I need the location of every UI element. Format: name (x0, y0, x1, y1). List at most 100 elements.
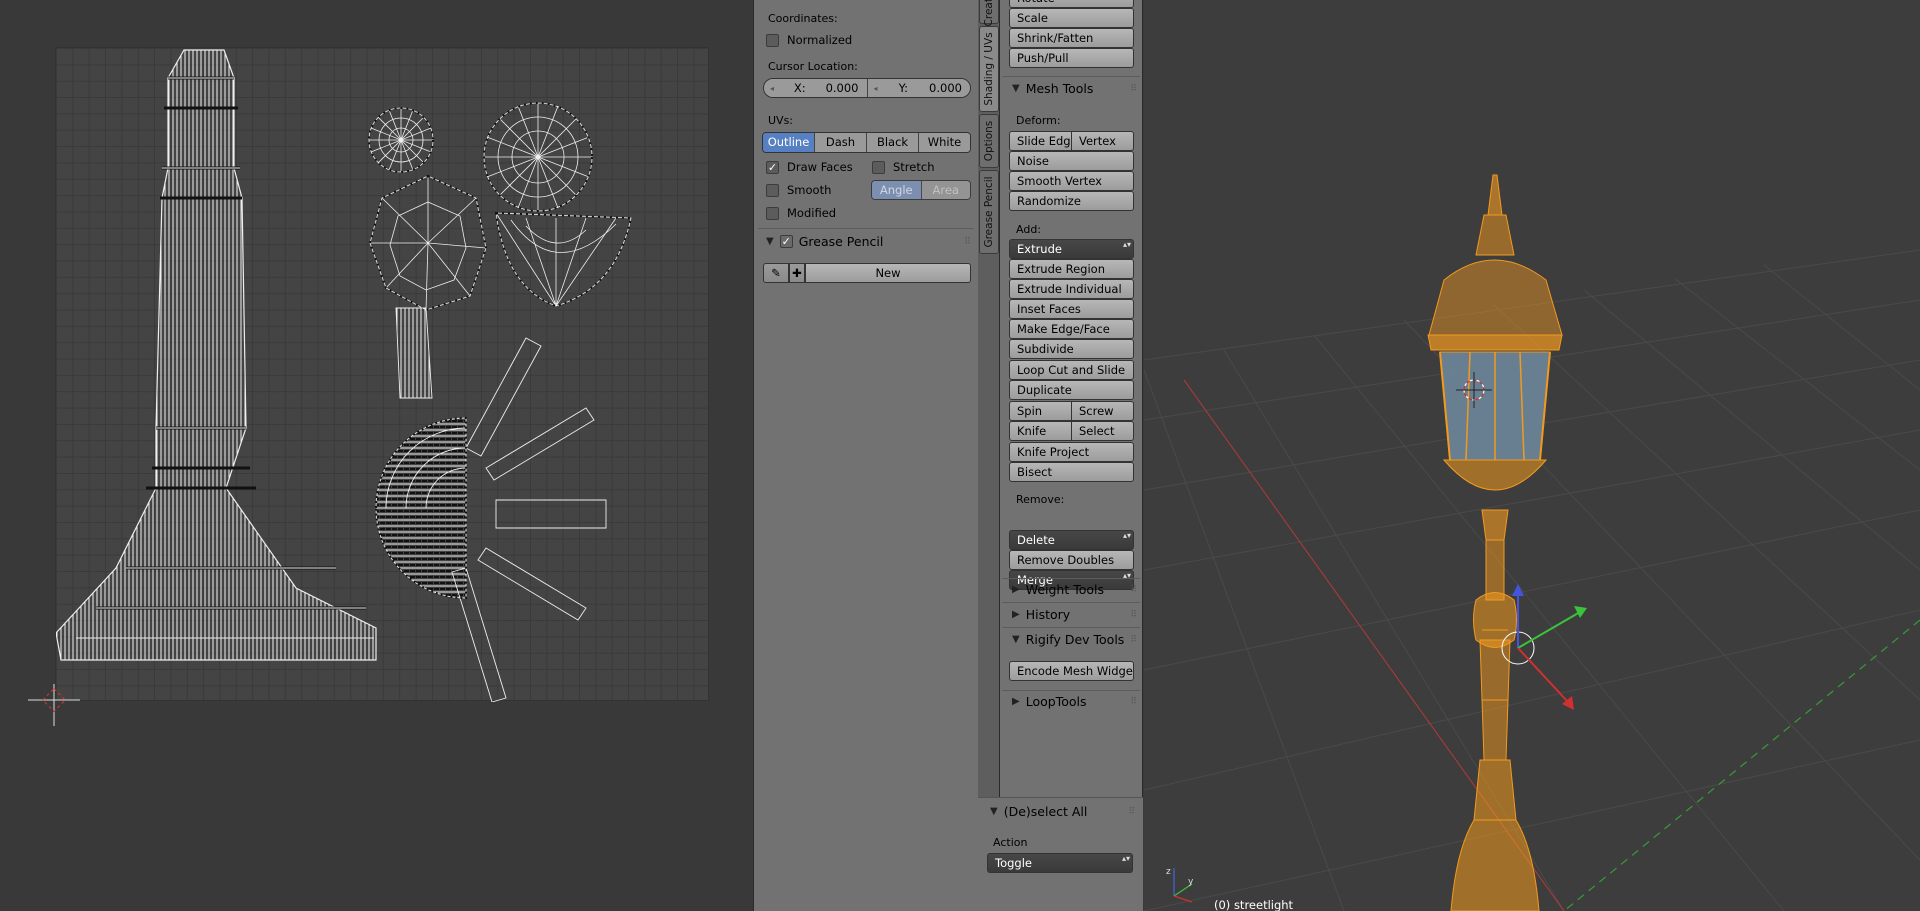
bisect-button[interactable]: Bisect (1009, 462, 1134, 482)
draw-mode-outline[interactable]: Outline (763, 133, 815, 152)
uv-2d-cursor-icon[interactable] (28, 678, 80, 726)
push-pull-button[interactable]: Push/Pull (1009, 48, 1134, 68)
history-panel-header[interactable]: ▶ History ⠿ (1012, 607, 1137, 622)
normalized-checkbox-box[interactable] (766, 33, 779, 47)
smooth-vertex-button[interactable]: Smooth Vertex (1009, 171, 1134, 191)
tab-grease-pencil[interactable]: Grease Pencil (979, 170, 999, 254)
collapse-triangle-icon[interactable]: ▼ (990, 806, 998, 817)
expand-triangle-icon[interactable]: ▶ (1012, 584, 1020, 595)
subdivide-button[interactable]: Subdivide (1009, 339, 1134, 359)
collapse-triangle-icon[interactable]: ▼ (1012, 634, 1020, 645)
shrink-fatten-button[interactable]: Shrink/Fatten (1009, 28, 1134, 48)
action-dropdown[interactable]: Toggle (987, 853, 1133, 873)
cursor-location-label: Cursor Location: (768, 60, 858, 73)
rigify-dev-tools-panel-header[interactable]: ▼ Rigify Dev Tools ⠿ (1012, 632, 1137, 647)
tab-create[interactable]: Create (979, 0, 999, 26)
modified-checkbox[interactable]: Modified (766, 206, 836, 220)
grease-pencil-panel-header[interactable]: ▼ Grease Pencil ⠿ (766, 234, 971, 249)
drag-handle-icon[interactable]: ⠿ (964, 237, 971, 247)
axis-orientation-icon: y z (1166, 867, 1194, 903)
noise-button[interactable]: Noise (1009, 151, 1134, 171)
toolshelf-tabs: Create Shading / UVs Options Grease Penc… (978, 0, 1000, 911)
stretch-label: Stretch (893, 160, 935, 174)
draw-mode-white[interactable]: White (919, 133, 970, 152)
duplicate-button[interactable]: Duplicate (1009, 380, 1134, 400)
stretch-checkbox-box[interactable] (872, 160, 885, 174)
pencil-icon[interactable]: ✎ (763, 263, 789, 283)
cursor-y-decrement-icon[interactable]: ◂ (874, 79, 878, 97)
deform-slide-row: Slide Edg Vertex (1009, 131, 1134, 151)
normalized-checkbox[interactable]: Normalized (766, 33, 852, 47)
slide-vertex-button[interactable]: Vertex (1072, 131, 1134, 151)
spin-screw-row: Spin Screw (1009, 401, 1134, 421)
weight-tools-panel-header[interactable]: ▶ Weight Tools ⠿ (1012, 582, 1137, 597)
knife-button[interactable]: Knife (1009, 421, 1072, 441)
weight-tools-label: Weight Tools (1025, 582, 1105, 597)
looptools-panel-header[interactable]: ▶ LoopTools ⠿ (1012, 694, 1137, 709)
new-grease-pencil-button[interactable]: New (805, 263, 971, 283)
expand-triangle-icon[interactable]: ▶ (1012, 609, 1020, 620)
cursor-x-decrement-icon[interactable]: ◂ (770, 79, 774, 97)
stretch-checkbox[interactable]: Stretch (872, 160, 934, 174)
screw-button[interactable]: Screw (1072, 401, 1134, 421)
tab-shading-uvs[interactable]: Shading / UVs (979, 26, 999, 112)
collapse-triangle-icon[interactable]: ▼ (766, 236, 774, 247)
knife-project-button[interactable]: Knife Project (1009, 442, 1134, 462)
delete-menu[interactable]: Delete (1009, 530, 1134, 550)
stretch-area-option[interactable]: Area (921, 181, 970, 199)
smooth-checkbox[interactable]: Smooth (766, 183, 831, 197)
stretch-angle-option[interactable]: Angle (872, 181, 922, 199)
draw-faces-checkbox-box[interactable] (766, 160, 779, 174)
mesh-tools-panel-header[interactable]: ▼ Mesh Tools ⠿ (1012, 81, 1137, 96)
grease-pencil-label: Grease Pencil (798, 234, 884, 249)
cursor-y-field[interactable]: ◂ Y: 0.000 (867, 79, 970, 97)
modified-label: Modified (787, 206, 837, 220)
uv-island-post (55, 49, 377, 661)
cursor-y-value: 0.000 (929, 81, 962, 95)
streetlight-mesh[interactable] (1427, 174, 1563, 911)
extrude-menu[interactable]: Extrude (1009, 239, 1134, 259)
tab-options[interactable]: Options (979, 114, 999, 168)
drag-handle-icon[interactable]: ⠿ (1130, 697, 1137, 707)
smooth-label: Smooth (787, 183, 832, 197)
stretch-type-selector: Angle Area (871, 180, 971, 200)
drag-handle-icon[interactable]: ⠿ (1130, 610, 1137, 620)
mesh-tools-label: Mesh Tools (1025, 81, 1094, 96)
uv-editor-area[interactable] (0, 0, 753, 911)
spin-button[interactable]: Spin (1009, 401, 1072, 421)
deselect-all-panel-header[interactable]: ▼ (De)select All ⠿ (990, 804, 1135, 819)
grease-pencil-enable-checkbox[interactable] (779, 235, 793, 248)
drag-handle-icon[interactable]: ⠿ (1130, 585, 1137, 595)
tab-options-label: Options (983, 120, 995, 162)
3d-viewport[interactable]: y z (0) streetlight (1144, 0, 1920, 911)
drag-handle-icon[interactable]: ⠿ (1130, 84, 1137, 94)
rotate-button[interactable]: Rotate (1009, 0, 1134, 8)
add-icon[interactable]: ✚ (789, 263, 805, 283)
modified-checkbox-box[interactable] (766, 206, 779, 220)
encode-mesh-widget-button[interactable]: Encode Mesh Widge... (1009, 661, 1134, 681)
collapse-triangle-icon[interactable]: ▼ (1012, 83, 1020, 94)
knife-select-button[interactable]: Select (1072, 421, 1134, 441)
draw-faces-checkbox[interactable]: Draw Faces (766, 160, 853, 174)
expand-triangle-icon[interactable]: ▶ (1012, 696, 1020, 707)
smooth-checkbox-box[interactable] (766, 183, 779, 197)
drag-handle-icon[interactable]: ⠿ (1130, 635, 1137, 645)
make-edge-face-button[interactable]: Make Edge/Face (1009, 319, 1134, 339)
extrude-region-button[interactable]: Extrude Region (1009, 259, 1134, 279)
deform-label: Deform: (1016, 114, 1061, 127)
draw-mode-black[interactable]: Black (867, 133, 919, 152)
cursor-x-field[interactable]: ◂ X: 0.000 (764, 79, 868, 97)
grease-pencil-data-row: ✎ ✚ New (763, 263, 971, 283)
uv-properties-panel: Coordinates: Normalized Cursor Location:… (753, 0, 978, 911)
drag-handle-icon[interactable]: ⠿ (1128, 807, 1135, 817)
uv-image-grid[interactable] (55, 47, 709, 703)
randomize-button[interactable]: Randomize (1009, 191, 1134, 211)
slide-edge-button[interactable]: Slide Edg (1009, 131, 1072, 151)
draw-mode-dash[interactable]: Dash (815, 133, 867, 152)
scale-button[interactable]: Scale (1009, 8, 1134, 28)
loop-cut-slide-button[interactable]: Loop Cut and Slide (1009, 360, 1134, 380)
extrude-individual-button[interactable]: Extrude Individual (1009, 279, 1134, 299)
uv-island-small-circle (368, 107, 434, 173)
remove-doubles-button[interactable]: Remove Doubles (1009, 550, 1134, 570)
inset-faces-button[interactable]: Inset Faces (1009, 299, 1134, 319)
